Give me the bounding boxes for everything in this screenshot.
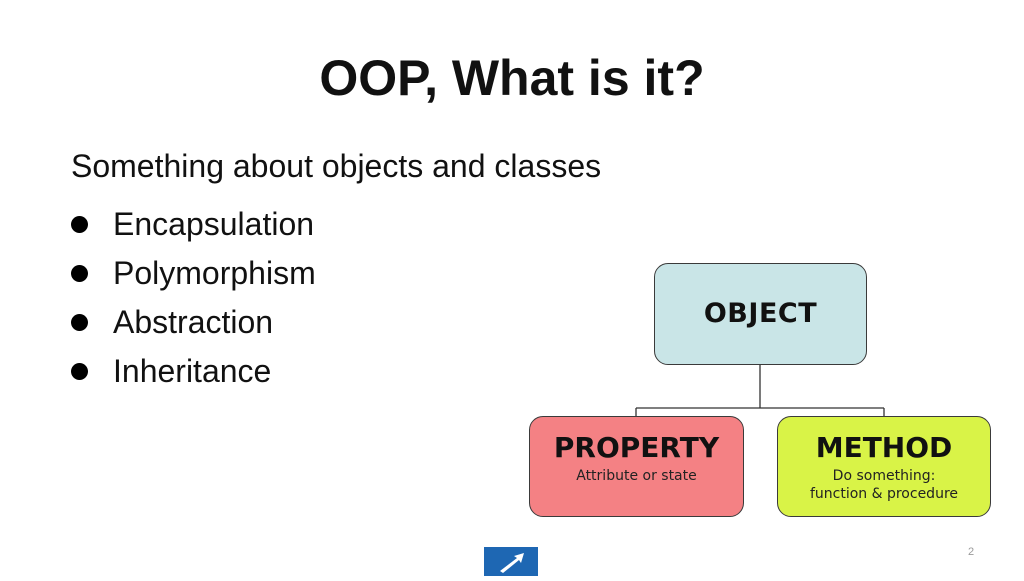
arrow-logo-icon xyxy=(484,547,538,576)
bullet-dot-icon xyxy=(71,314,88,331)
bullet-dot-icon xyxy=(71,265,88,282)
method-box-subtitle-line2: function & procedure xyxy=(809,486,959,502)
slide-subtitle: Something about objects and classes xyxy=(71,148,602,184)
bullet-item: Polymorphism xyxy=(71,249,316,298)
method-box-title: METHOD xyxy=(815,431,953,464)
bullet-text: Encapsulation xyxy=(113,206,315,242)
method-box: METHOD Do something: function & procedur… xyxy=(777,416,991,517)
property-box: PROPERTY Attribute or state xyxy=(529,416,744,517)
method-box-subtitle-line1: Do something: xyxy=(832,468,936,484)
page-number: 2 xyxy=(968,546,975,558)
bullet-item: Inheritance xyxy=(71,347,316,396)
property-box-title: PROPERTY xyxy=(553,431,720,464)
bullet-item: Encapsulation xyxy=(71,200,316,249)
bullet-dot-icon xyxy=(71,363,88,380)
slide-title: OOP, What is it? xyxy=(319,50,705,106)
object-box: OBJECT xyxy=(654,263,867,365)
bullet-text: Inheritance xyxy=(113,353,272,389)
bullet-list: Encapsulation Polymorphism Abstraction I… xyxy=(71,200,316,396)
bullet-text: Polymorphism xyxy=(113,255,316,291)
object-box-title: OBJECT xyxy=(703,298,818,329)
bullet-dot-icon xyxy=(71,216,88,233)
property-box-subtitle: Attribute or state xyxy=(576,468,697,484)
bullet-item: Abstraction xyxy=(71,298,316,347)
bullet-text: Abstraction xyxy=(113,304,274,340)
